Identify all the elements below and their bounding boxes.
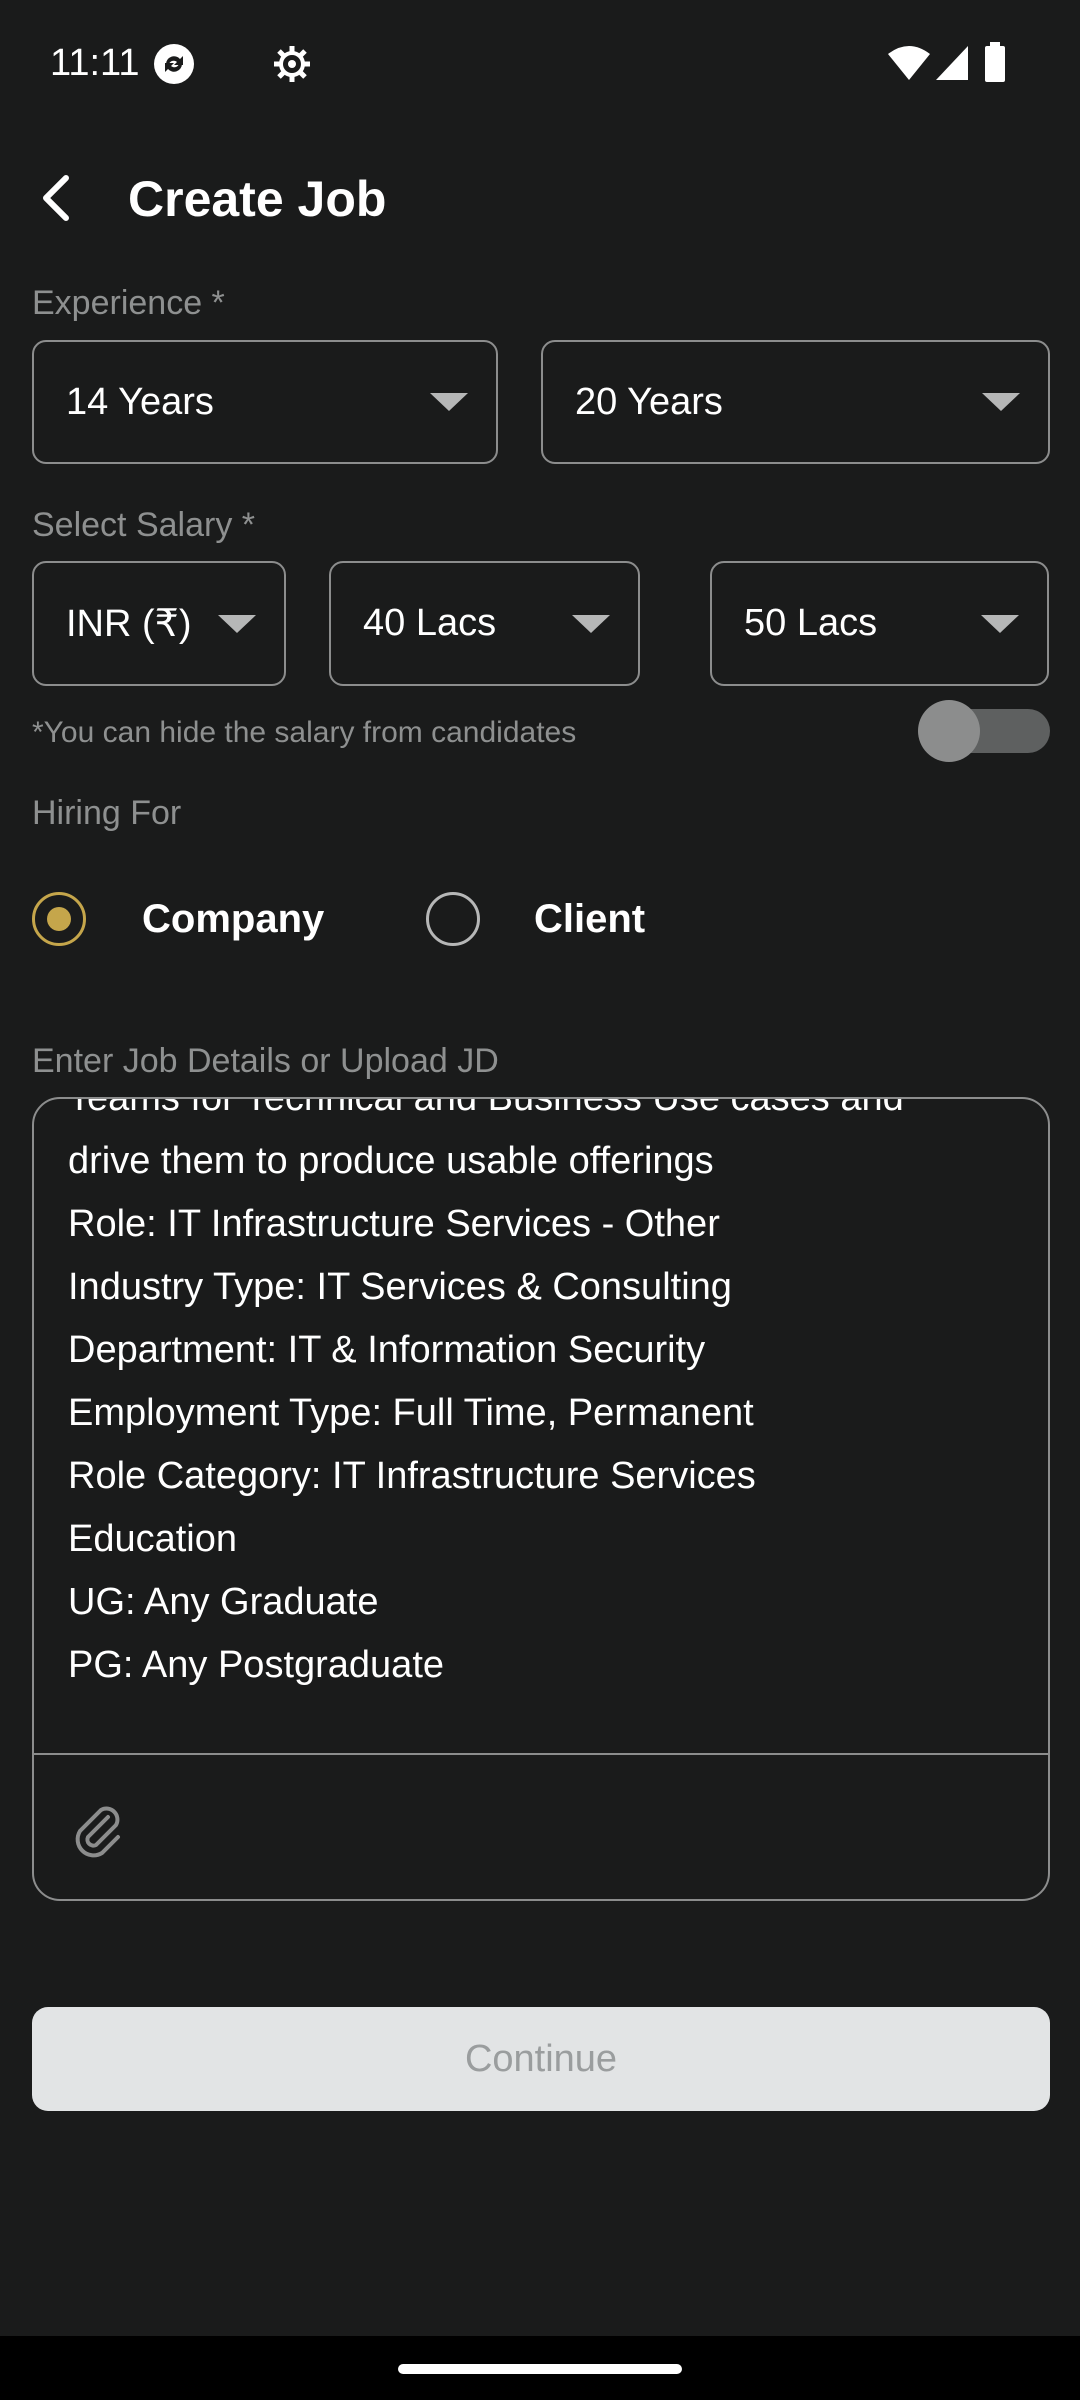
experience-label: Experience * [32,284,225,322]
currency-dropdown[interactable]: INR (₹) [32,561,286,686]
salary-label: Select Salary * [32,506,255,544]
wifi-icon [888,46,930,80]
job-details-line: PG: Any Postgraduate [68,1644,445,1686]
experience-min-dropdown[interactable]: 14 Years [32,340,498,464]
job-details-line: Teams for Technical and Business Use cas… [68,1099,1018,1130]
battery-icon [985,42,1005,82]
toggle-thumb[interactable] [918,700,980,762]
home-gesture-handle[interactable] [398,2364,682,2374]
salary-min-value: 40 Lacs [363,602,497,644]
job-details-line: Education [68,1518,238,1560]
radio-option-company[interactable]: Company [32,891,362,947]
dropdown-arrow-icon [982,393,1020,411]
salary-max-value: 50 Lacs [744,602,878,644]
job-details-box: Teams for Technical and Business Use cas… [32,1097,1050,1901]
signal-icon [936,46,968,80]
job-details-textarea[interactable]: Teams for Technical and Business Use cas… [34,1099,1048,1755]
job-details-line: Role Category: IT Infrastructure Service… [68,1455,756,1497]
hide-salary-hint: *You can hide the salary from candidates [32,716,577,749]
status-time: 11:11 [50,42,140,84]
continue-button[interactable]: Continue [32,2007,1050,2111]
salary-max-dropdown[interactable]: 50 Lacs [710,561,1049,686]
radio-label-client: Client [534,896,646,941]
back-button[interactable] [26,168,86,228]
settings-gear-icon [274,46,310,82]
experience-max-value: 20 Years [575,380,723,423]
arrow-back-icon [43,175,69,221]
job-details-label: Enter Job Details or Upload JD [32,1042,499,1080]
dropdown-arrow-icon [430,393,468,411]
job-details-line: drive them to produce usable offerings [68,1140,714,1182]
page-title: Create Job [128,171,387,227]
salary-min-dropdown[interactable]: 40 Lacs [329,561,640,686]
dropdown-arrow-icon [572,614,610,633]
job-details-line: Industry Type: IT Services & Consulting [68,1266,732,1308]
radio-checked-icon[interactable] [32,892,86,946]
hiring-for-label: Hiring For [32,794,182,832]
experience-max-dropdown[interactable]: 20 Years [541,340,1050,464]
sync-icon [154,44,194,84]
paperclip-icon [75,1806,120,1858]
job-details-text: Teams for Technical and Business Use cas… [68,1099,1018,1697]
radio-option-client[interactable]: Client [426,891,726,947]
dropdown-arrow-icon [218,614,256,633]
job-details-line: UG: Any Graduate [68,1581,379,1623]
status-bar: 11:11 [0,0,1080,130]
radio-unchecked-icon[interactable] [426,892,480,946]
dropdown-arrow-icon [981,614,1019,633]
job-details-line: Employment Type: Full Time, Permanent [68,1392,754,1434]
upload-jd-button[interactable] [68,1799,128,1859]
currency-value: INR (₹) [66,603,192,645]
job-details-line: Department: IT & Information Security [68,1329,706,1371]
experience-min-value: 14 Years [66,380,214,423]
job-details-line: Role: IT Infrastructure Services - Other [68,1203,720,1245]
radio-label-company: Company [142,896,325,941]
